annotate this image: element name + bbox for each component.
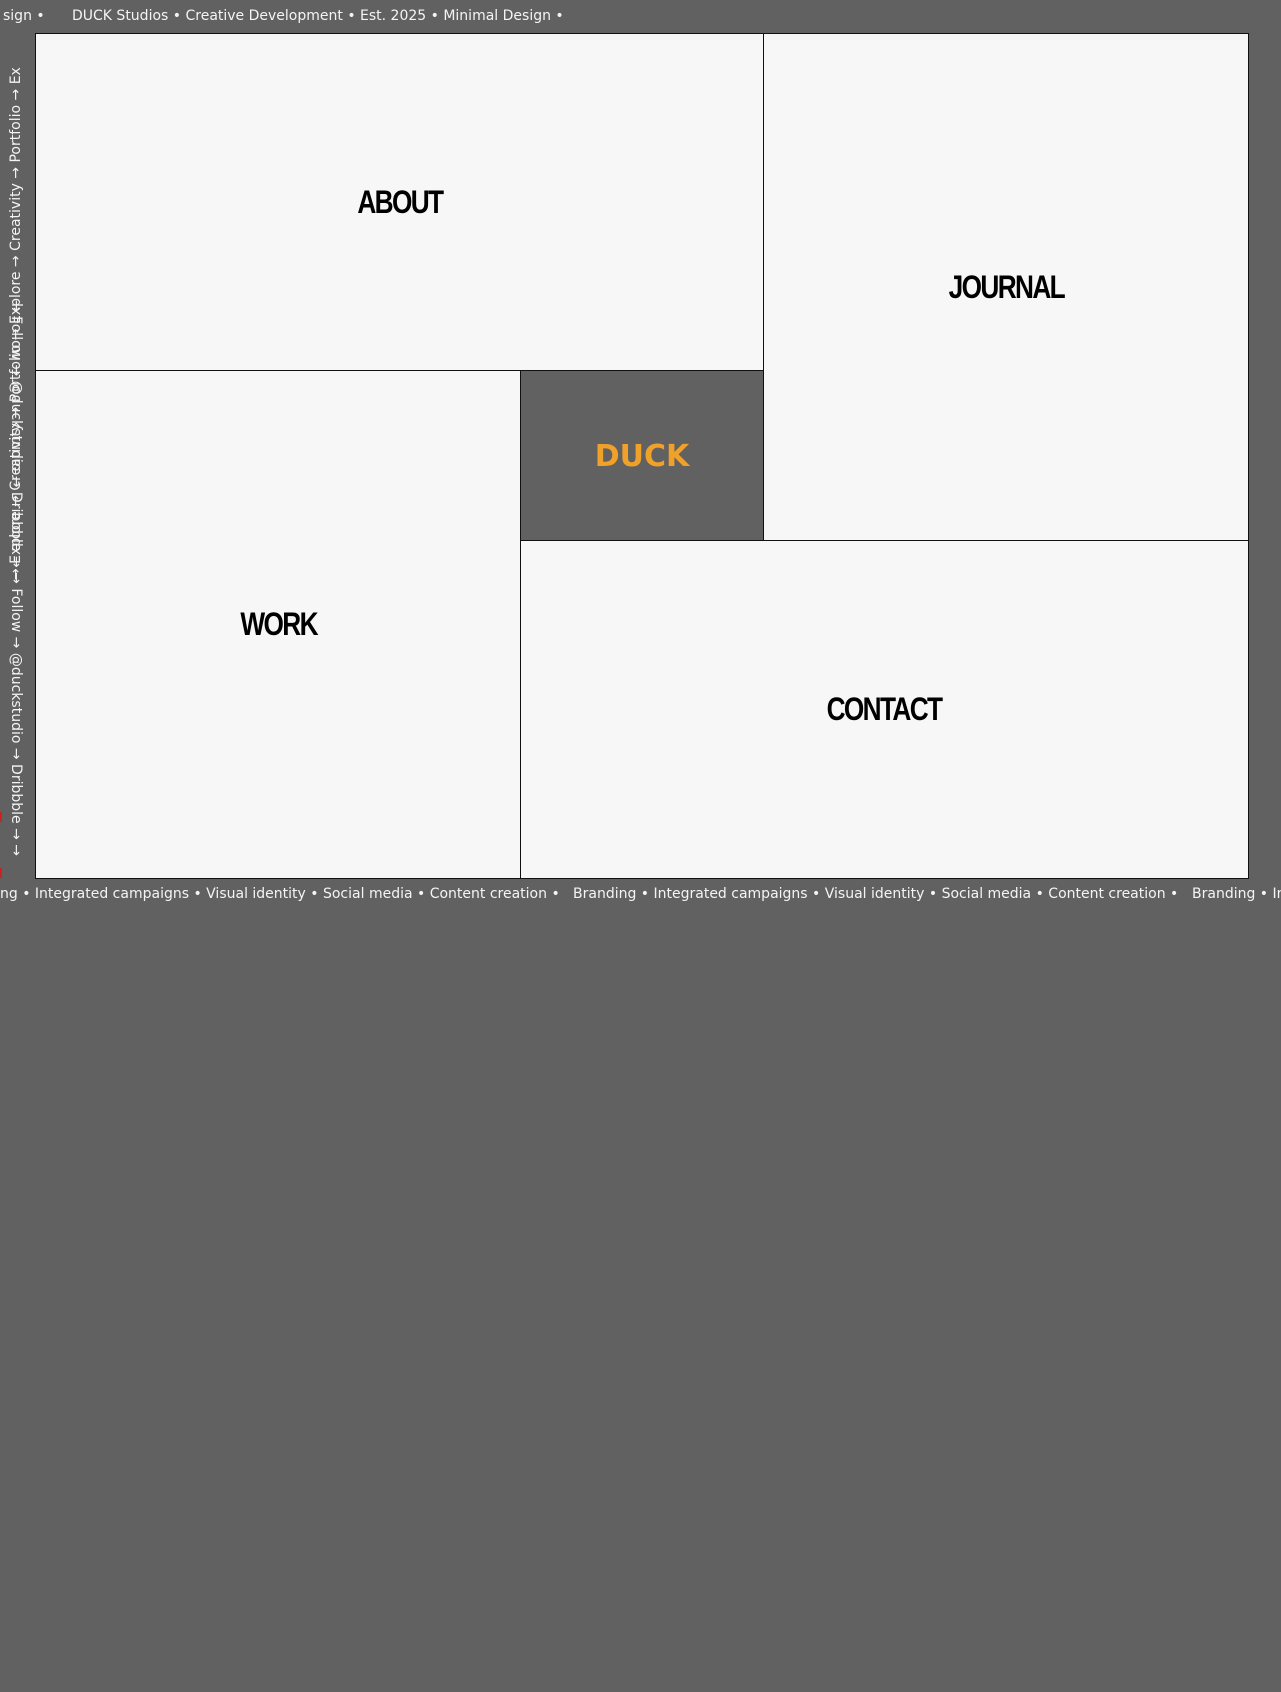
bottom-marquee-segment: Branding • Integrated campaigns • Visual… xyxy=(573,886,1179,902)
navigation-grid: ABOUT JOURNAL WORK DUCK CONTACT xyxy=(35,33,1249,879)
bottom-marquee-segment: Branding • In xyxy=(1192,886,1281,902)
right-marquee-text: → Follow → @duckstudio → Dribbble → → Fo… xyxy=(8,300,24,857)
work-panel[interactable]: WORK xyxy=(35,370,522,879)
journal-panel[interactable]: JOURNAL xyxy=(763,33,1249,542)
contact-label: CONTACT xyxy=(827,691,943,727)
about-panel[interactable]: ABOUT xyxy=(35,33,764,372)
right-marquee: → Follow → @duckstudio → Dribbble → → Fo… xyxy=(0,300,32,1692)
edge-accent xyxy=(0,868,2,878)
edge-accent xyxy=(0,812,2,822)
top-marquee-segment: sign • xyxy=(3,8,45,24)
bottom-marquee-segment: ng • Integrated campaigns • Visual ident… xyxy=(0,886,560,902)
bottom-marquee: ng • Integrated campaigns • Visual ident… xyxy=(0,879,1281,910)
logo-panel[interactable]: DUCK xyxy=(520,370,764,542)
duck-logo: DUCK xyxy=(594,438,690,474)
top-marquee-segment: DUCK Studios • Creative Development • Es… xyxy=(72,8,564,24)
contact-panel[interactable]: CONTACT xyxy=(520,540,1249,879)
work-label: WORK xyxy=(240,606,318,642)
top-marquee: sign • DUCK Studios • Creative Developme… xyxy=(0,0,1281,32)
journal-label: JOURNAL xyxy=(948,269,1065,305)
about-label: ABOUT xyxy=(356,184,444,220)
